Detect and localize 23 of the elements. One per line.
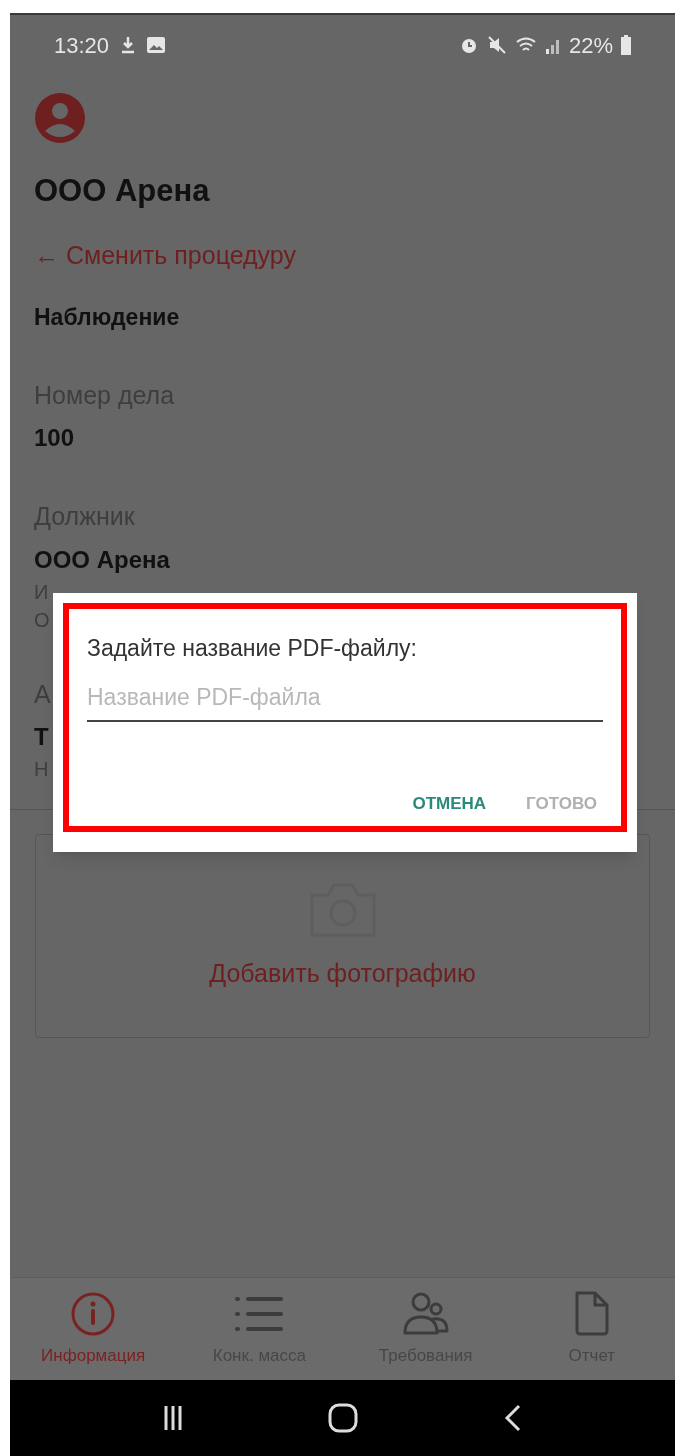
battery-icon: [621, 35, 631, 55]
battery-percent: 22%: [568, 31, 613, 60]
user-avatar-icon: [34, 92, 86, 144]
people-icon: [401, 1290, 450, 1337]
field-value: Т: [34, 722, 49, 752]
recent-apps-icon[interactable]: [162, 1404, 183, 1432]
field-value: 100: [34, 423, 75, 453]
company-title: ООО Арена: [34, 172, 211, 210]
nav-tab[interactable]: Информация: [10, 1278, 177, 1380]
pdf-name-input[interactable]: Название PDF-файла: [87, 679, 603, 722]
clock-time: 13:20: [54, 31, 110, 60]
back-icon[interactable]: [504, 1404, 523, 1432]
dialog-button[interactable]: ОТМЕНА: [412, 790, 487, 816]
info-icon: [70, 1290, 117, 1337]
field-value: ООО Арена: [34, 544, 170, 575]
image-icon: [147, 37, 166, 53]
add-photo-label: Добавить фотографию: [209, 958, 476, 990]
mute-icon: [486, 35, 507, 55]
procedure-name: Наблюдение: [34, 303, 181, 332]
home-icon[interactable]: [328, 1403, 359, 1433]
download-icon: [121, 36, 136, 54]
change-procedure-link[interactable]: ← Сменить процедуру: [34, 236, 651, 274]
dialog-title: Задайте название PDF-файлу:: [87, 634, 418, 663]
